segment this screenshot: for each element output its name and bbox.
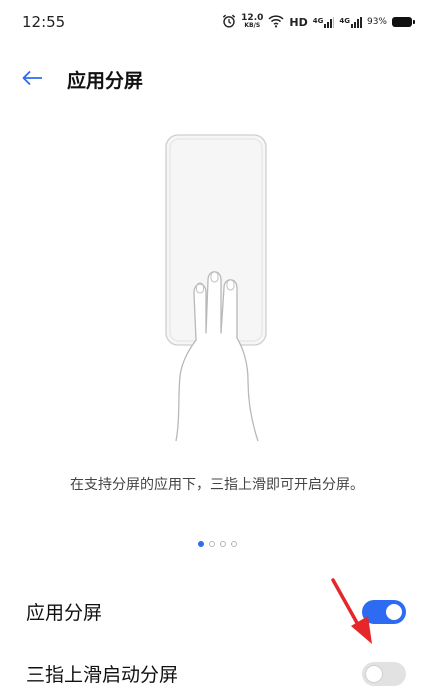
signal-4g-1-label: 4G: [312, 16, 324, 25]
wifi-icon: [268, 13, 284, 32]
signal-4g-1: 4G: [312, 16, 335, 28]
back-arrow-icon: [22, 70, 42, 86]
setting-row-three-finger-swipe[interactable]: 三指上滑启动分屏: [0, 648, 434, 698]
signal-bars-icon: [350, 16, 362, 28]
page-title: 应用分屏: [67, 70, 144, 92]
toggle-knob: [386, 604, 402, 620]
app-split-screen-toggle[interactable]: [362, 600, 406, 624]
battery-percent: 93%: [366, 17, 387, 27]
signal-4g-2-label: 4G: [339, 16, 350, 25]
three-finger-swipe-illustration: [140, 128, 300, 448]
carousel-pager[interactable]: [0, 541, 434, 547]
status-bar: 12:55 12.0 KB/S HD 4G 4G 93%: [0, 0, 434, 46]
signal-4g-2: 4G: [339, 16, 362, 28]
pager-dot[interactable]: [230, 541, 237, 547]
setting-label: 应用分屏: [26, 602, 103, 624]
hd-label: HD: [289, 15, 308, 29]
signal-bars-icon: [324, 16, 335, 28]
network-speed-value: 12.0: [241, 13, 264, 23]
three-finger-swipe-toggle[interactable]: [362, 662, 406, 686]
pager-dot[interactable]: [219, 541, 226, 547]
top-app-bar: 应用分屏: [0, 56, 434, 100]
setting-label: 三指上滑启动分屏: [26, 664, 179, 686]
setting-row-app-split-screen[interactable]: 应用分屏: [0, 586, 434, 636]
pager-dot[interactable]: [208, 541, 215, 547]
feature-description: 在支持分屏的应用下，三指上滑即可开启分屏。: [70, 477, 364, 493]
alarm-clock-icon: [222, 13, 236, 32]
pager-dot-active[interactable]: [197, 541, 204, 547]
status-time: 12:55: [22, 13, 66, 31]
back-button[interactable]: [16, 62, 48, 94]
network-speed-unit: KB/S: [244, 22, 261, 29]
battery-icon: [392, 17, 415, 27]
status-icons: 12.0 KB/S HD 4G 4G 93%: [222, 12, 415, 32]
network-speed: 12.0 KB/S: [241, 14, 263, 30]
